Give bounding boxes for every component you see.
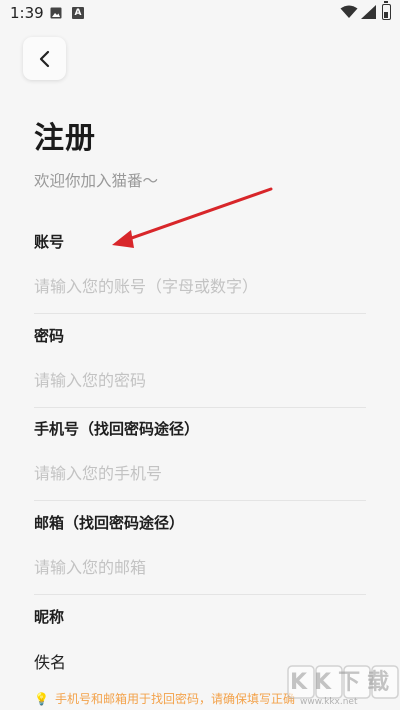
a-icon: A	[72, 7, 84, 19]
nickname-input[interactable]	[34, 648, 366, 674]
divider	[34, 500, 366, 501]
register-screen: 1:39 A 注册 欢迎你加入猫番～ 账号 密码 手机号（找回密码途径）	[0, 0, 400, 710]
watermark-url: www.kkx.net	[300, 697, 358, 707]
email-field: 邮箱（找回密码途径）	[34, 512, 366, 595]
notice-text: 手机号和邮箱用于找回密码，请确保填写正确	[54, 692, 295, 706]
nickname-label: 昵称	[34, 608, 65, 626]
account-label: 账号	[34, 233, 65, 251]
back-button[interactable]	[23, 37, 66, 80]
signal-icon	[361, 5, 376, 19]
nickname-field: 昵称	[34, 606, 366, 674]
account-field: 账号	[34, 231, 366, 314]
page-subtitle: 欢迎你加入猫番～	[34, 172, 159, 190]
email-label: 邮箱（找回密码途径）	[34, 514, 185, 532]
phone-input[interactable]	[34, 460, 366, 486]
password-label: 密码	[34, 327, 65, 345]
image-icon	[50, 7, 62, 19]
password-field: 密码	[34, 325, 366, 408]
lightbulb-icon: 💡	[34, 691, 49, 706]
battery-icon	[382, 1, 391, 20]
divider	[34, 594, 366, 595]
notice: 💡 手机号和邮箱用于找回密码，请确保填写正确	[34, 690, 295, 707]
phone-label: 手机号（找回密码途径）	[34, 420, 200, 438]
divider	[34, 313, 366, 314]
status-bar: 1:39 A	[0, 0, 400, 28]
phone-field: 手机号（找回密码途径）	[34, 418, 366, 501]
email-input[interactable]	[34, 554, 366, 580]
status-time: 1:39	[10, 4, 44, 22]
password-input[interactable]	[34, 367, 366, 393]
wifi-icon	[340, 5, 358, 18]
chevron-left-icon	[39, 50, 49, 67]
divider	[34, 407, 366, 408]
account-input[interactable]	[34, 273, 366, 299]
page-title: 注册	[34, 121, 96, 156]
